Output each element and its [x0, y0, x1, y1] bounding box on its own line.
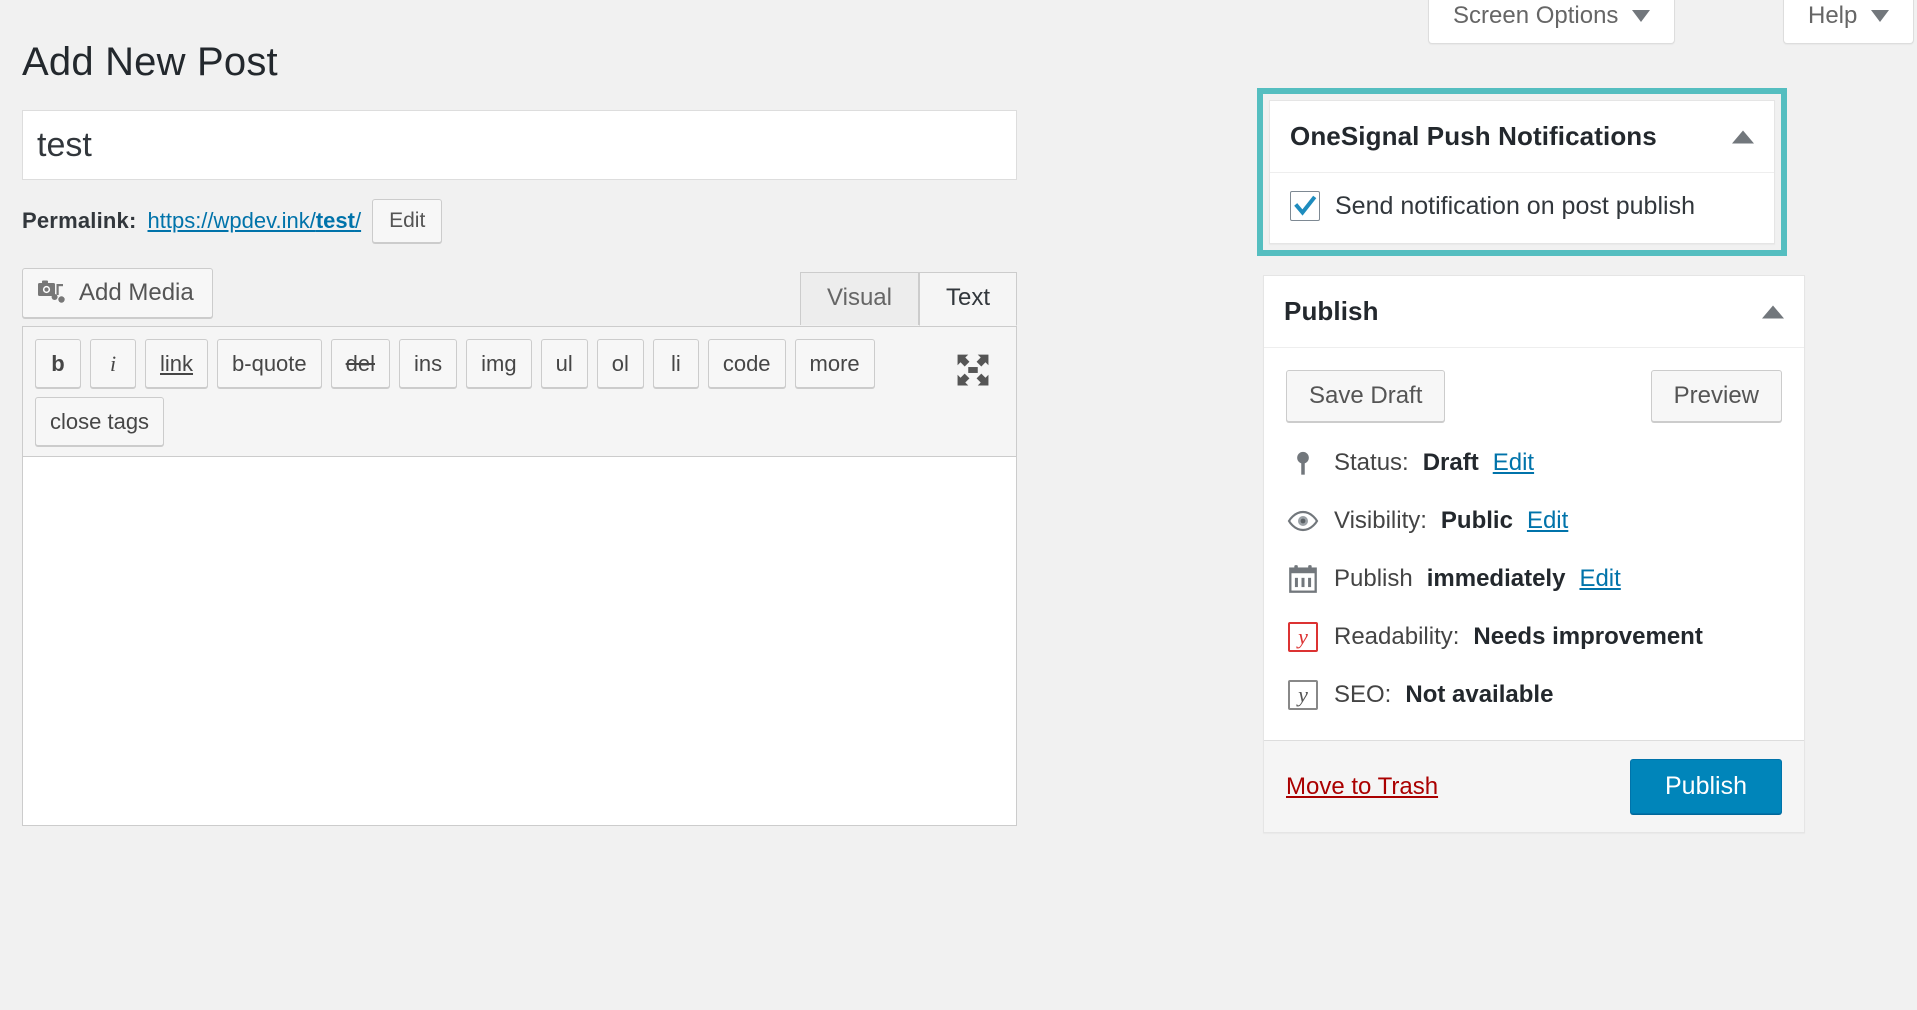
- editor-mode-tabs: Visual Text: [800, 272, 1017, 325]
- yoast-readability-icon: y: [1286, 620, 1320, 654]
- move-to-trash-link[interactable]: Move to Trash: [1286, 773, 1438, 801]
- quicktag-link[interactable]: link: [145, 339, 208, 388]
- editor-toolbar-top: Add Media Visual Text: [22, 268, 1017, 326]
- edit-publish-date-link[interactable]: Edit: [1579, 565, 1620, 593]
- status-row: Status: Draft Edit: [1286, 434, 1782, 492]
- help-label: Help: [1808, 2, 1857, 31]
- quicktags-toolbar: b i link b-quote del ins img ul ol li co…: [22, 326, 1017, 456]
- publish-button[interactable]: Publish: [1630, 759, 1782, 814]
- tab-visual[interactable]: Visual: [800, 272, 919, 325]
- publish-footer: Move to Trash Publish: [1264, 740, 1804, 832]
- permalink-link[interactable]: https://wpdev.ink/test/: [148, 208, 362, 234]
- page-title: Add New Post: [22, 40, 278, 85]
- chevron-up-icon[interactable]: [1762, 305, 1784, 318]
- yoast-seo-icon: y: [1286, 678, 1320, 712]
- visibility-label: Visibility:: [1334, 507, 1427, 535]
- readability-label: Readability:: [1334, 623, 1459, 651]
- send-notification-label: Send notification on post publish: [1335, 192, 1695, 221]
- calendar-icon: [1286, 562, 1320, 596]
- quicktag-ol[interactable]: ol: [597, 339, 644, 388]
- onesignal-postbox: OneSignal Push Notifications Send notifi…: [1269, 100, 1775, 244]
- onesignal-highlight: OneSignal Push Notifications Send notifi…: [1257, 88, 1787, 256]
- permalink-base: https://wpdev.ink/: [148, 208, 316, 233]
- publish-box-wrapper: Publish Save Draft Preview Status: Dr: [1263, 275, 1805, 833]
- publish-actions-row: Save Draft Preview: [1264, 348, 1804, 428]
- post-editor-column: Permalink: https://wpdev.ink/test/ Edit: [22, 110, 1017, 826]
- post-title-input[interactable]: [22, 110, 1017, 180]
- media-icon: [37, 278, 67, 308]
- onesignal-header: OneSignal Push Notifications: [1270, 101, 1774, 173]
- eye-icon: [1286, 504, 1320, 538]
- seo-label: SEO:: [1334, 681, 1391, 709]
- onesignal-body: Send notification on post publish: [1270, 173, 1774, 243]
- tab-text[interactable]: Text: [919, 272, 1017, 326]
- add-media-button[interactable]: Add Media: [22, 268, 213, 318]
- publish-postbox: Publish Save Draft Preview Status: Dr: [1263, 275, 1805, 833]
- checkmark-icon: [1293, 194, 1317, 218]
- chevron-up-icon[interactable]: [1732, 130, 1754, 143]
- seo-value: Not available: [1405, 681, 1553, 709]
- permalink-label: Permalink:: [22, 208, 137, 234]
- permalink-slug: test: [316, 208, 355, 233]
- publish-title: Publish: [1284, 296, 1379, 327]
- quicktag-i[interactable]: i: [90, 339, 136, 388]
- post-content-textarea[interactable]: [22, 456, 1017, 826]
- screen-options-label: Screen Options: [1453, 2, 1618, 31]
- quicktag-b-quote[interactable]: b-quote: [217, 339, 322, 388]
- admin-topbar: Screen Options Help: [0, 0, 1917, 55]
- edit-visibility-link[interactable]: Edit: [1527, 507, 1568, 535]
- fullscreen-icon[interactable]: [952, 349, 994, 391]
- onesignal-title: OneSignal Push Notifications: [1290, 121, 1657, 152]
- readability-value: Needs improvement: [1473, 623, 1702, 651]
- pin-icon: [1286, 446, 1320, 480]
- quicktag-ins[interactable]: ins: [399, 339, 457, 388]
- sidebar-column: OneSignal Push Notifications Send notifi…: [1257, 88, 1897, 833]
- add-media-label: Add Media: [79, 279, 194, 307]
- quicktag-more[interactable]: more: [795, 339, 875, 388]
- readability-row: y Readability: Needs improvement: [1286, 608, 1782, 666]
- publish-date-value: immediately: [1427, 565, 1566, 593]
- send-notification-checkbox[interactable]: [1290, 191, 1320, 221]
- quicktags-row: b i link b-quote del ins img ul ol li co…: [35, 339, 925, 446]
- edit-status-link[interactable]: Edit: [1493, 449, 1534, 477]
- preview-button[interactable]: Preview: [1651, 370, 1782, 422]
- status-label: Status:: [1334, 449, 1409, 477]
- send-notification-row[interactable]: Send notification on post publish: [1290, 191, 1754, 221]
- visibility-row: Visibility: Public Edit: [1286, 492, 1782, 550]
- help-button[interactable]: Help: [1783, 0, 1914, 44]
- publish-misc-actions: Status: Draft Edit Visibility: Public: [1264, 428, 1804, 740]
- quicktag-ul[interactable]: ul: [541, 339, 588, 388]
- publish-header: Publish: [1264, 276, 1804, 348]
- quicktag-code[interactable]: code: [708, 339, 786, 388]
- permalink-trailing: /: [355, 208, 361, 233]
- save-draft-button[interactable]: Save Draft: [1286, 370, 1445, 422]
- publish-date-label: Publish: [1334, 565, 1413, 593]
- seo-row: y SEO: Not available: [1286, 666, 1782, 724]
- visibility-value: Public: [1441, 507, 1513, 535]
- edit-permalink-button[interactable]: Edit: [372, 199, 442, 242]
- publish-date-row: Publish immediately Edit: [1286, 550, 1782, 608]
- status-value: Draft: [1423, 449, 1479, 477]
- quicktag-b[interactable]: b: [35, 339, 81, 388]
- chevron-down-icon: [1871, 10, 1889, 22]
- quicktag-img[interactable]: img: [466, 339, 531, 388]
- screen-options-button[interactable]: Screen Options: [1428, 0, 1675, 44]
- quicktag-del[interactable]: del: [331, 339, 390, 388]
- quicktag-close-tags[interactable]: close tags: [35, 397, 164, 446]
- permalink-row: Permalink: https://wpdev.ink/test/ Edit: [22, 198, 1017, 244]
- quicktag-li[interactable]: li: [653, 339, 699, 388]
- editor-container: Add Media Visual Text b i link b-quote d…: [22, 268, 1017, 826]
- chevron-down-icon: [1632, 10, 1650, 22]
